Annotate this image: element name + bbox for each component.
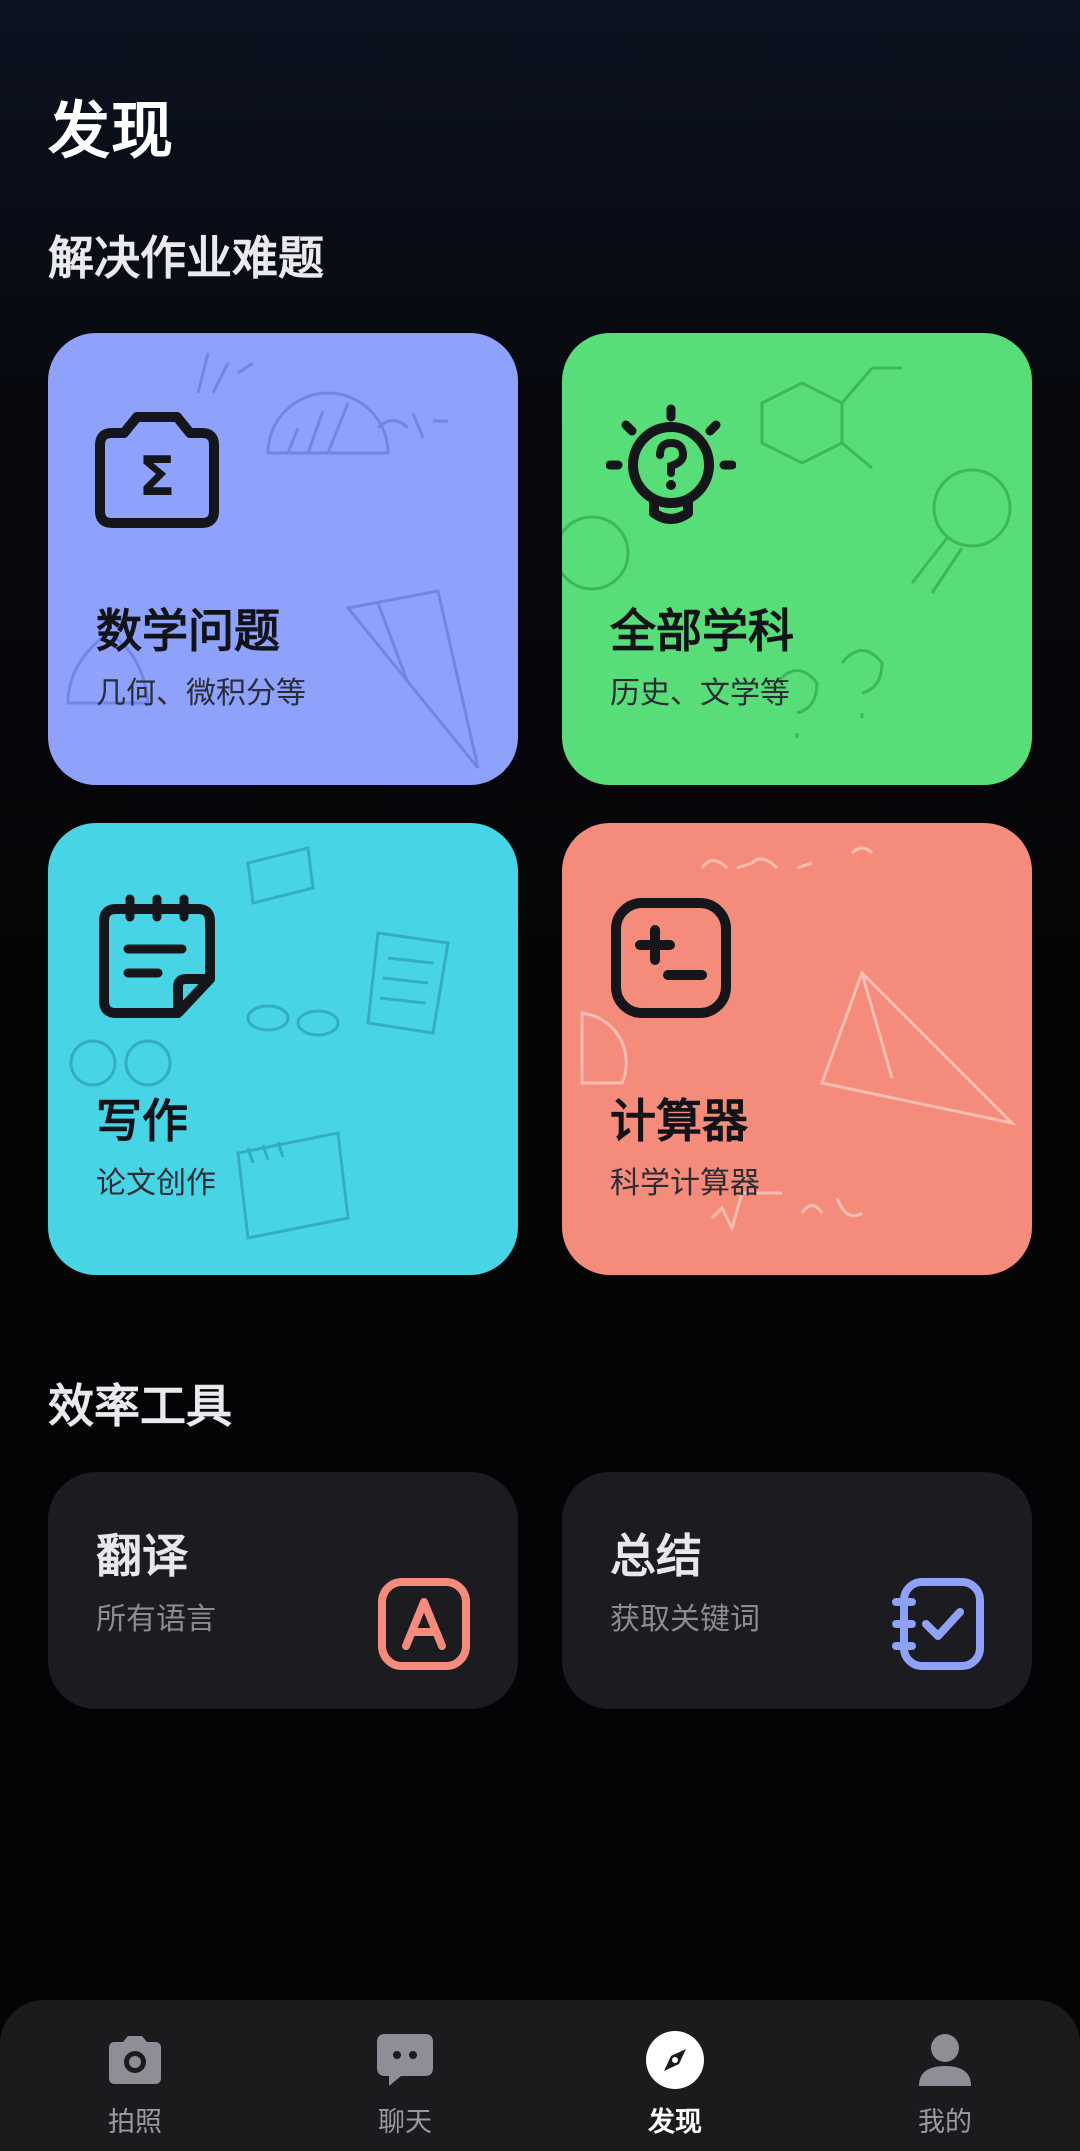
writing-doodle-background [69,846,450,1240]
card-title: 写作 [96,1094,188,1148]
tool-subtitle: 所有语言 [96,1602,216,1637]
nav-label: 聊天 [378,2107,432,2138]
card-subtitle: 论文创作 [96,1166,216,1201]
tool-subtitle: 获取关键词 [610,1602,760,1637]
svg-text:Σ: Σ [139,445,176,508]
section-title-homework: 解决作业难题 [48,231,324,285]
card-calculator[interactable]: 计算器 科学计算器 [562,823,1032,1275]
card-title: 全部学科 [610,604,794,658]
camera-sigma-icon: Σ [95,412,219,528]
tool-title: 翻译 [96,1529,188,1583]
card-math-problems[interactable]: Σ 数学问题 几何、微积分等 [48,333,518,785]
card-subtitle: 科学计算器 [610,1166,760,1201]
nav-label: 拍照 [108,2107,162,2138]
tool-translate[interactable]: 翻译 所有语言 [48,1472,518,1709]
summary-check-icon [892,1578,984,1670]
card-subtitle: 历史、文学等 [610,676,790,711]
page-title: 发现 [48,94,175,167]
card-writing[interactable]: 写作 论文创作 [48,823,518,1275]
calculator-icon [611,898,731,1018]
nav-item-camera[interactable]: 拍照 [0,2000,270,2151]
nav-item-chat[interactable]: 聊天 [270,2000,540,2151]
subjects-doodle-background [562,366,1012,738]
translate-icon [378,1578,470,1670]
nav-item-discover[interactable]: 发现 [540,2000,810,2151]
nav-item-me[interactable]: 我的 [810,2000,1080,2151]
camera-icon [109,2036,161,2084]
card-title: 计算器 [610,1094,748,1148]
card-all-subjects[interactable]: 全部学科 历史、文学等 [562,333,1032,785]
calculator-doodle-background [580,846,1017,1233]
compass-icon [646,2031,704,2089]
notepad-icon [99,894,215,1018]
card-title: 数学问题 [96,604,280,658]
math-doodle-background [66,352,480,769]
nav-label: 发现 [648,2107,702,2138]
bottom-nav: 拍照 聊天 发现 我的 [0,2000,1080,2151]
user-icon [919,2034,971,2086]
card-subtitle: 几何、微积分等 [96,676,306,711]
lightbulb-question-icon [606,404,736,524]
section-title-tools: 效率工具 [48,1379,232,1433]
tool-title: 总结 [610,1529,702,1583]
nav-label: 我的 [918,2107,972,2138]
tool-summarize[interactable]: 总结 获取关键词 [562,1472,1032,1709]
chat-icon [377,2034,433,2086]
